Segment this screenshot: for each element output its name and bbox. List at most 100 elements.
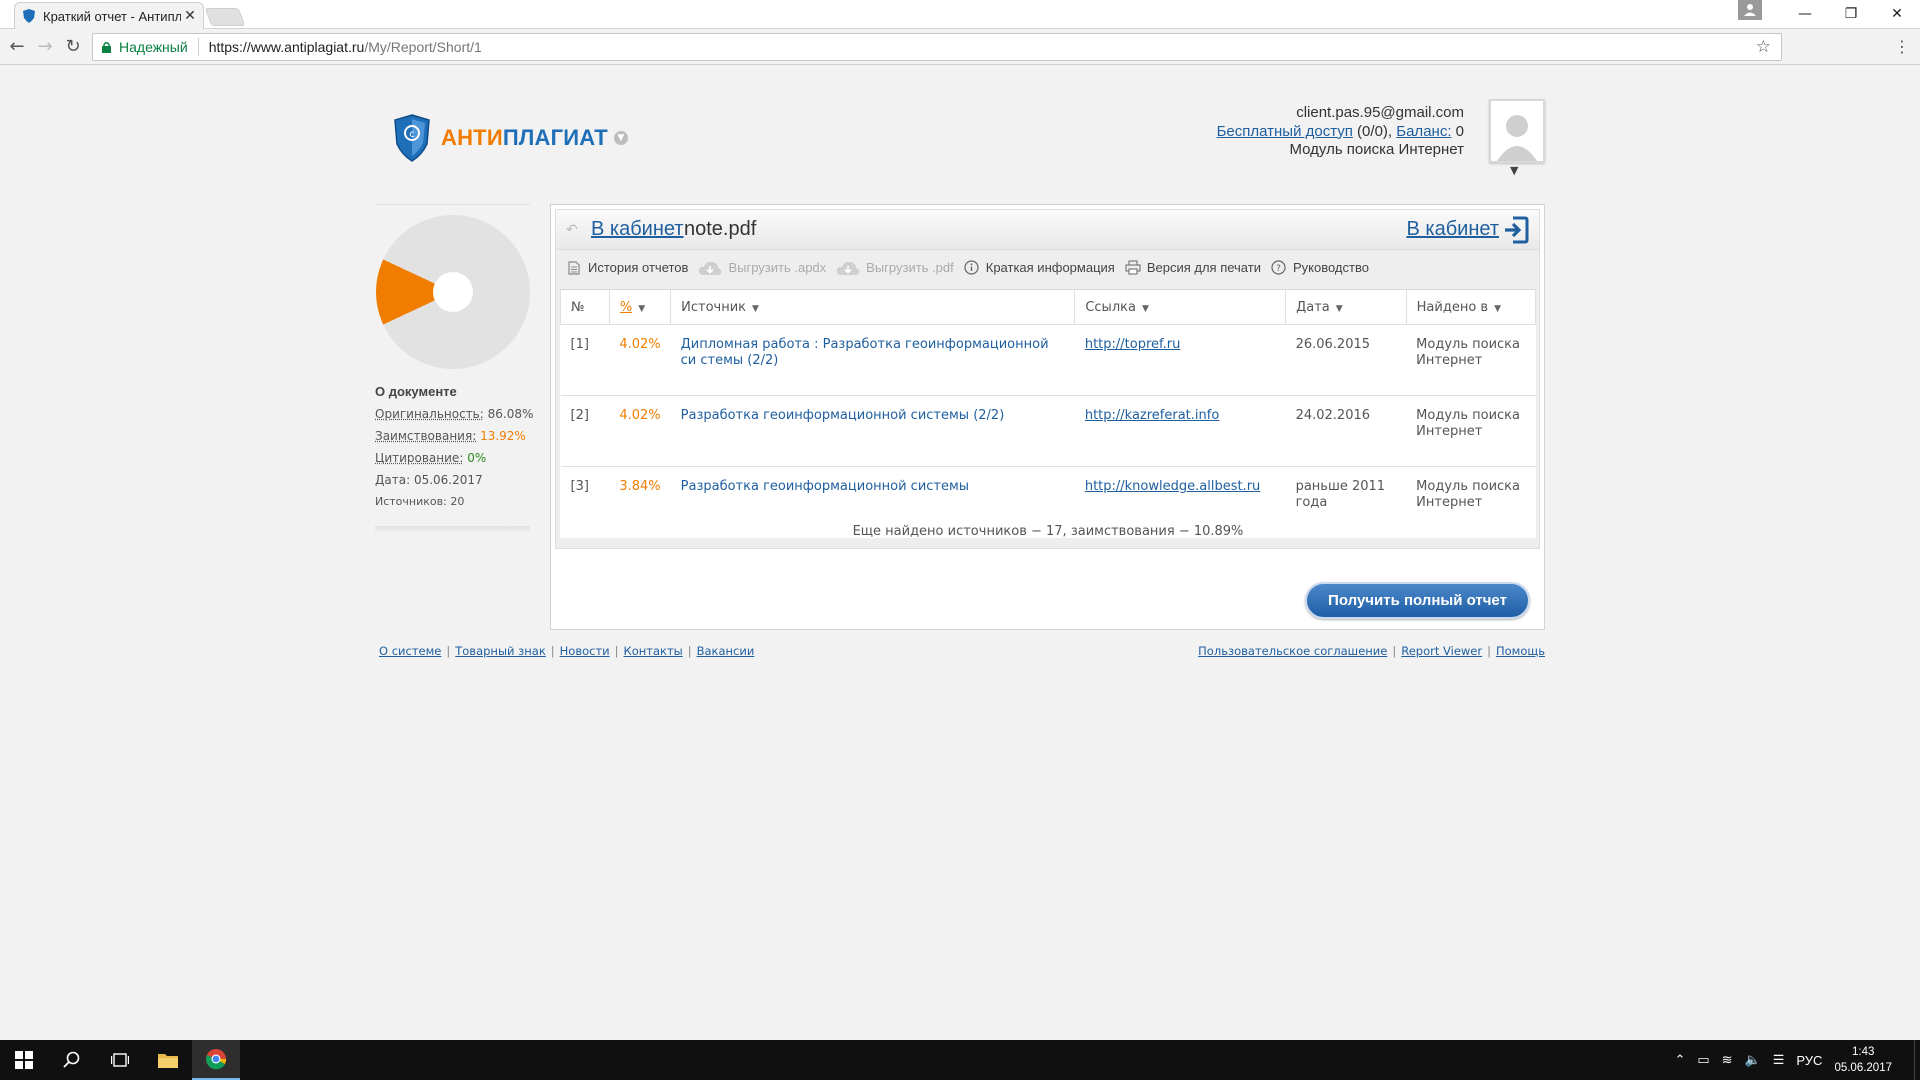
brand-dropdown-icon[interactable]: ▼ <box>613 131 628 145</box>
report-actions: История отчетов Выгрузить .apdx Выгрузит… <box>556 251 1539 284</box>
sort-caret-icon[interactable]: ▼ <box>1336 304 1343 314</box>
col-percent[interactable]: % ▼ <box>608 289 672 325</box>
file-explorer-icon[interactable] <box>144 1040 192 1080</box>
show-desktop-button[interactable] <box>1914 1040 1920 1080</box>
clock[interactable]: 1:43 05.06.2017 <box>1834 1044 1892 1076</box>
row-source[interactable]: Дипломная работа : Разработка геоинформа… <box>670 324 1075 396</box>
row-link[interactable]: http://knowledge.allbest.ru <box>1085 479 1260 494</box>
windows-start-icon[interactable] <box>0 1040 48 1080</box>
search-icon[interactable] <box>48 1040 96 1080</box>
row-date: 26.06.2015 <box>1285 324 1407 396</box>
forward-arrow-icon[interactable]: → <box>34 35 56 57</box>
user-email: client.pas.95@gmail.com <box>1296 104 1464 121</box>
page-content: c АНТИПЛАГИАТ ▼ client.pas.95@gmail.com … <box>0 66 1920 1040</box>
balance-link[interactable]: Баланс: <box>1396 123 1451 140</box>
row-num: [1] <box>560 324 610 396</box>
footer-link-help[interactable]: Помощь <box>1496 644 1545 658</box>
clock-time: 1:43 <box>1852 1046 1875 1058</box>
sort-caret-icon[interactable]: ▼ <box>638 304 645 314</box>
row-link[interactable]: http://kazreferat.info <box>1085 408 1219 423</box>
document-sidebar: О документе Оригинальность: 86.08% Заимс… <box>375 204 533 533</box>
col-link-label: Ссылка <box>1085 299 1136 315</box>
col-source[interactable]: Источник ▼ <box>670 289 1076 325</box>
reload-icon[interactable]: ↻ <box>62 35 84 57</box>
cabinet-link[interactable]: В кабинет <box>591 218 684 241</box>
free-access-count: (0/0), <box>1352 122 1397 140</box>
url-path: /My/Report/Short/1 <box>364 39 482 55</box>
secure-label: Надежный <box>119 39 188 55</box>
table-row: [2] 4.02% Разработка геоинформационной с… <box>560 395 1536 467</box>
sort-caret-icon[interactable]: ▼ <box>1494 304 1501 314</box>
row-source[interactable]: Разработка геоинформационной системы (2/… <box>670 395 1075 467</box>
close-window-icon[interactable]: ✕ <box>1874 0 1920 28</box>
footer-link-about[interactable]: О системе <box>379 644 441 658</box>
antiplagiat-logo[interactable]: c АНТИПЛАГИАТ ▼ <box>393 114 628 162</box>
restore-icon[interactable]: ❐ <box>1828 0 1874 28</box>
report-inner: ↶ В кабинет note.pdf В кабинет История о… <box>555 209 1540 549</box>
citation-label: Цитирование: <box>375 451 464 465</box>
footer-link-vacancies[interactable]: Вакансии <box>697 644 755 658</box>
footer-link-trademark[interactable]: Товарный знак <box>455 644 546 658</box>
borrowing-label: Заимствования: <box>375 429 477 443</box>
row-found-in: Модуль поиска Интернет <box>1406 395 1536 467</box>
export-pdf-action[interactable]: Выгрузить .pdf <box>836 260 954 276</box>
task-view-icon[interactable] <box>96 1040 144 1080</box>
url-host: https://www.antiplagiat.ru <box>208 39 365 55</box>
user-info: client.pas.95@gmail.com Бесплатный досту… <box>1217 104 1464 160</box>
notifications-icon[interactable]: ☰ <box>1773 1052 1785 1068</box>
browser-tab[interactable]: Краткий отчет - Антипл ✕ <box>14 2 204 29</box>
browser-tabstrip: Краткий отчет - Антипл ✕ — ❐ ✕ <box>0 0 1920 29</box>
back-arrow-icon[interactable]: ← <box>6 35 28 57</box>
browser-menu-icon[interactable]: ⋮ <box>1894 37 1910 56</box>
brand-part-anti: АНТИ <box>441 125 503 150</box>
shield-logo-icon: c <box>394 114 430 162</box>
row-link[interactable]: http://topref.ru <box>1085 337 1181 352</box>
citation-stat: Цитирование: 0% <box>375 451 530 465</box>
chrome-taskbar-icon[interactable] <box>192 1040 240 1080</box>
bookmark-star-icon[interactable]: ☆ <box>1756 37 1771 57</box>
address-bar[interactable]: Надежный https://www.antiplagiat.ru/My/R… <box>92 33 1782 61</box>
sort-caret-icon[interactable]: ▼ <box>752 304 759 314</box>
export-apdx-label: Выгрузить .apdx <box>728 260 827 275</box>
col-date[interactable]: Дата ▼ <box>1285 289 1407 325</box>
free-access-link[interactable]: Бесплатный доступ <box>1217 123 1353 140</box>
get-full-report-button[interactable]: Получить полный отчет <box>1305 582 1530 619</box>
footer-separator: | <box>1392 644 1397 658</box>
tray-chevron-icon[interactable]: ⌃ <box>1674 1052 1685 1068</box>
col-found-in[interactable]: Найдено в ▼ <box>1405 289 1537 325</box>
footer-link-report-viewer[interactable]: Report Viewer <box>1401 644 1482 658</box>
network-icon[interactable]: ≋ <box>1722 1052 1733 1068</box>
volume-icon[interactable]: 🔈 <box>1745 1052 1761 1068</box>
col-link[interactable]: Ссылка ▼ <box>1074 289 1287 325</box>
citation-value: 0% <box>467 451 487 465</box>
guide-action[interactable]: ? Руководство <box>1271 260 1369 276</box>
tab-close-icon[interactable]: ✕ <box>181 8 199 24</box>
enter-cabinet-icon[interactable] <box>1503 216 1529 244</box>
tab-title: Краткий отчет - Антипл <box>43 8 181 24</box>
originality-stat: Оригинальность: 86.08% <box>375 407 533 421</box>
print-version-action[interactable]: Версия для печати <box>1125 260 1261 276</box>
sources-value: 20 <box>450 495 465 508</box>
profile-icon[interactable] <box>1738 0 1762 20</box>
footer-link-news[interactable]: Новости <box>560 644 610 658</box>
minimize-icon[interactable]: — <box>1782 0 1828 28</box>
avatar-caret-icon[interactable]: ▼ <box>1510 164 1518 177</box>
battery-icon[interactable]: ▭ <box>1697 1052 1709 1068</box>
brand-name: АНТИПЛАГИАТ <box>441 125 608 151</box>
new-tab-button[interactable] <box>204 8 246 26</box>
export-apdx-action[interactable]: Выгрузить .apdx <box>698 260 826 276</box>
history-action[interactable]: История отчетов <box>566 260 688 276</box>
footer-link-contacts[interactable]: Контакты <box>624 644 683 658</box>
input-language[interactable]: РУС <box>1796 1053 1822 1068</box>
cabinet-link-right[interactable]: В кабинет <box>1407 218 1500 241</box>
sort-caret-icon[interactable]: ▼ <box>1142 304 1149 314</box>
sidebar-top-rule <box>375 204 530 205</box>
date-stat: Дата: 05.06.2017 <box>375 473 530 487</box>
guide-label: Руководство <box>1292 260 1369 275</box>
avatar[interactable] <box>1489 99 1545 163</box>
footer-link-agreement[interactable]: Пользовательское соглашение <box>1198 644 1387 658</box>
balance-value: 0 <box>1451 122 1464 140</box>
back-icon[interactable]: ↶ <box>566 222 578 238</box>
date-label: Дата: <box>375 473 411 487</box>
brief-info-action[interactable]: Краткая информация <box>964 260 1115 276</box>
